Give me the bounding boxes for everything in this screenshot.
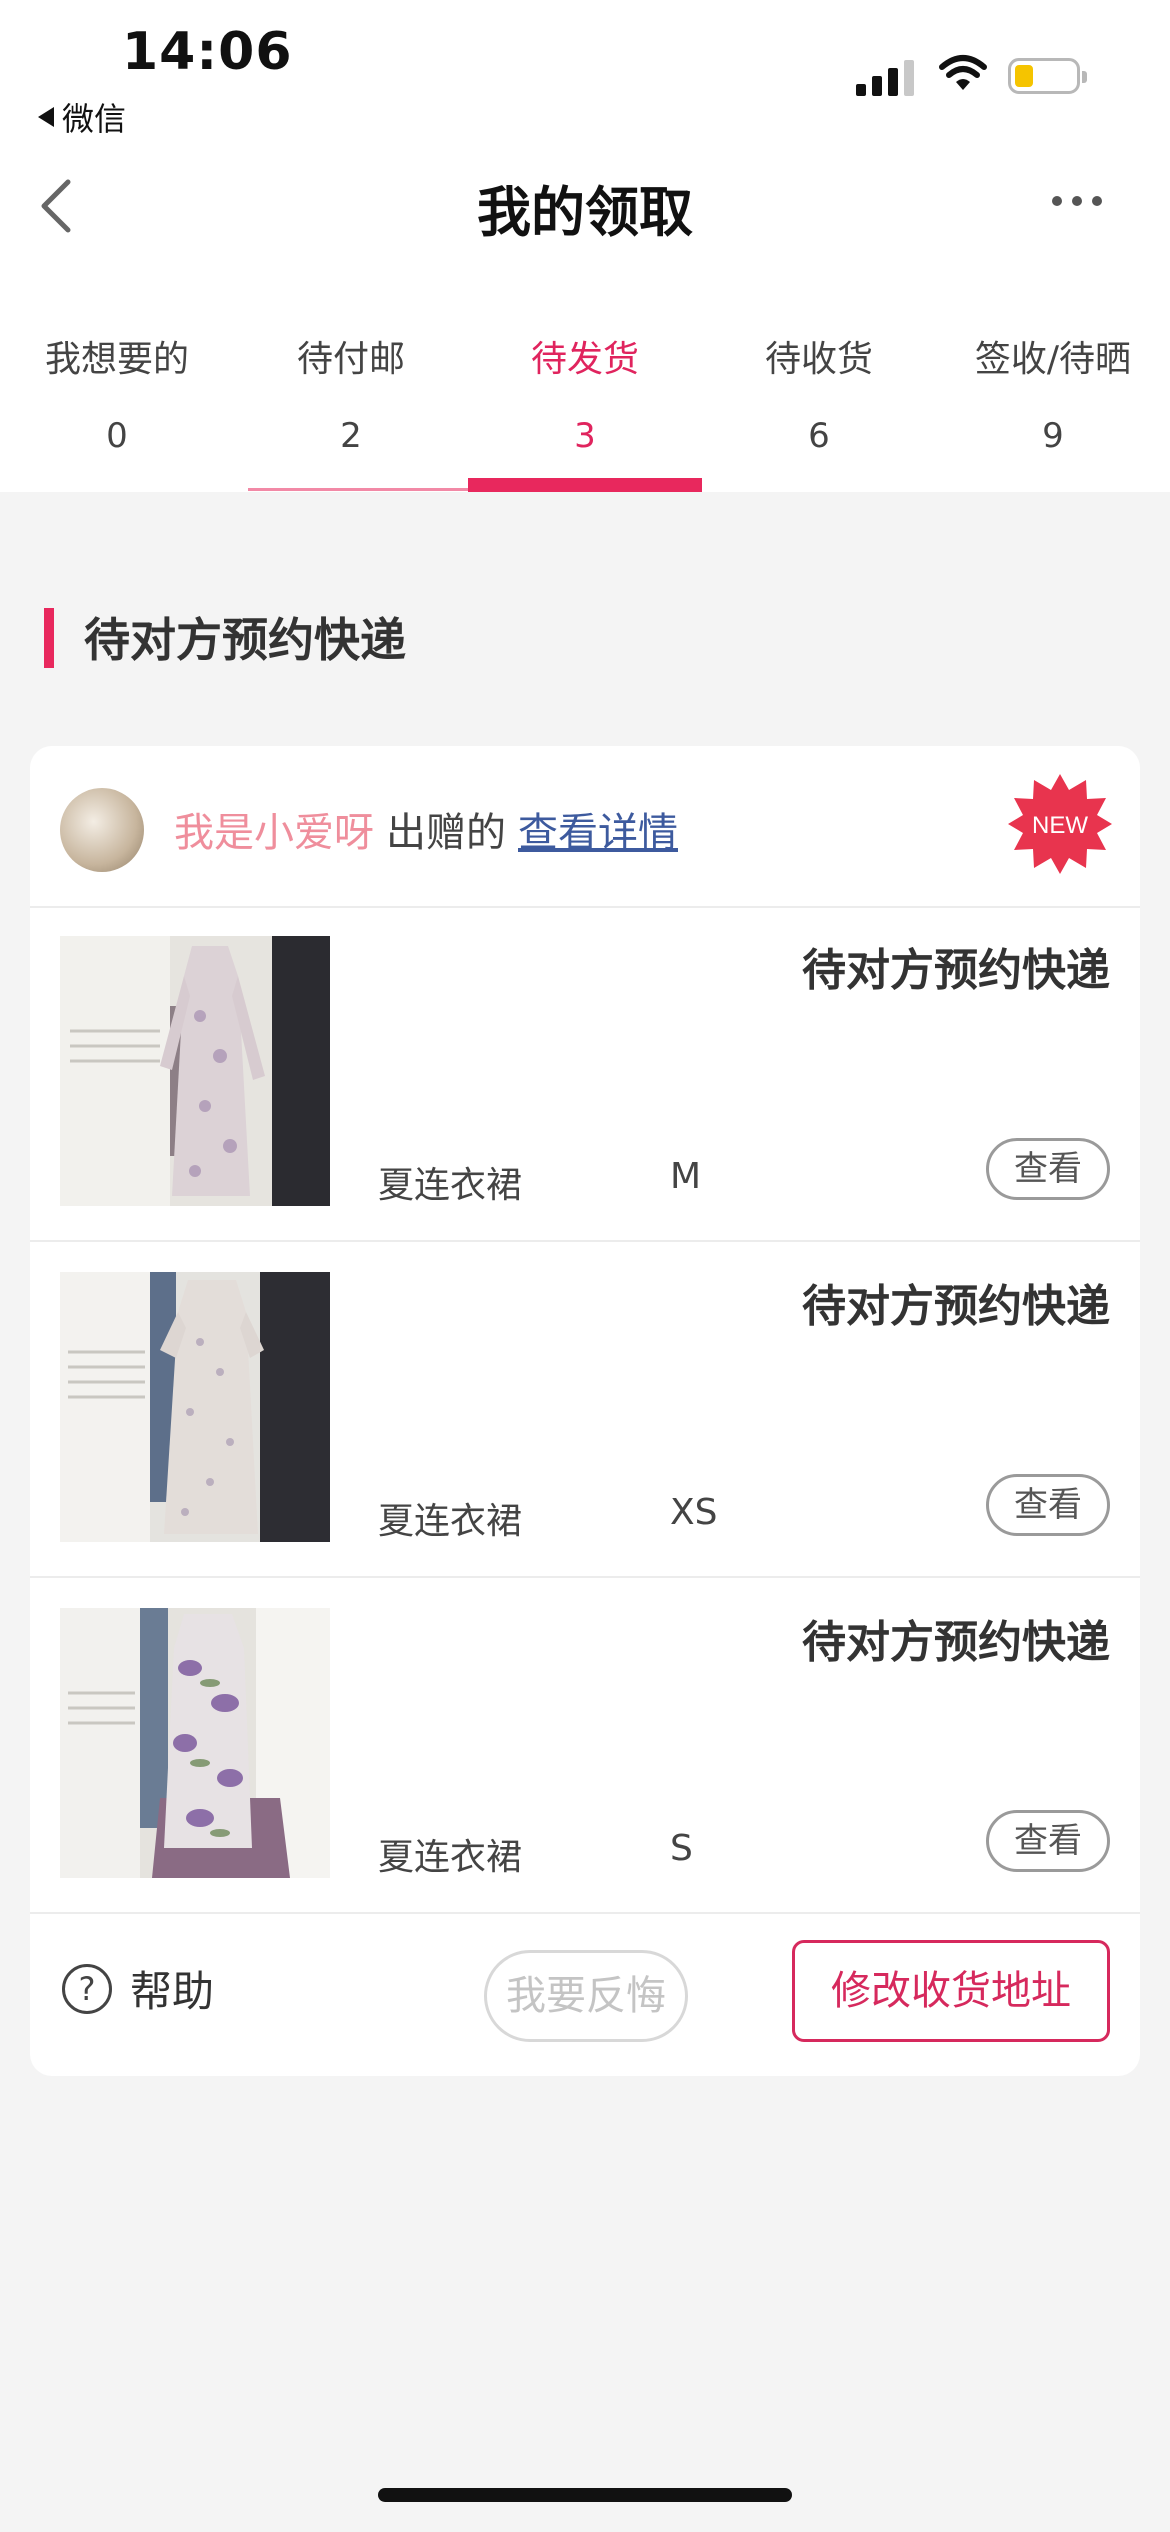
wifi-icon — [939, 55, 987, 90]
back-triangle-icon — [38, 107, 54, 127]
giver-line: 我是小爱呀 出赠的 查看详情 — [174, 800, 678, 858]
gift-card: 我是小爱呀 出赠的 查看详情 NEW 待对方预约快递 夏连衣裙 M 查看 待对方… — [30, 746, 1140, 2076]
dress-photo-3 — [60, 1608, 330, 1878]
item-photo[interactable] — [60, 1272, 330, 1542]
badge-text: NEW — [1032, 812, 1088, 839]
giver-name[interactable]: 我是小爱呀 — [174, 810, 374, 856]
view-details-link[interactable]: 查看详情 — [518, 810, 678, 856]
view-button[interactable]: 查看 — [986, 1474, 1110, 1536]
tab-count: 6 — [808, 416, 830, 456]
item-photo[interactable] — [60, 936, 330, 1206]
tab-count: 0 — [106, 416, 128, 456]
item-size: XS — [670, 1492, 718, 1533]
back-app-label: 微信 — [62, 100, 127, 138]
dress-photo-1 — [60, 936, 330, 1206]
item-status: 待对方预约快递 — [802, 1281, 1110, 1332]
item-status: 待对方预约快递 — [802, 1617, 1110, 1668]
question-circle-icon: ? — [62, 1963, 112, 2014]
item-size: S — [670, 1828, 693, 1869]
regret-button[interactable]: 我要反悔 — [484, 1950, 688, 2042]
status-tabs: 我想要的 0 待付邮 2 待发货 3 待收货 6 签收/待晒 9 — [0, 320, 1170, 492]
change-address-button[interactable]: 修改收货地址 — [792, 1940, 1110, 2042]
tab-label: 待发货 — [530, 339, 639, 380]
status-time: 14:06 — [122, 22, 293, 82]
more-options-icon[interactable] — [1052, 196, 1102, 206]
page-title: 我的领取 — [477, 181, 693, 244]
item-photo[interactable] — [60, 1608, 330, 1878]
list-item[interactable]: 待对方预约快递 夏连衣裙 S 查看 — [30, 1578, 1140, 1914]
header-area: 14:06 微信 我的领取 我想要的 0 待付邮 2 待发货 3 待收货 6 签… — [0, 0, 1170, 492]
list-item[interactable]: 待对方预约快递 夏连衣裙 XS 查看 — [30, 1242, 1140, 1578]
cellular-signal-icon — [856, 60, 914, 96]
tab-signed-share[interactable]: 签收/待晒 9 — [936, 320, 1170, 492]
dress-photo-2 — [60, 1272, 330, 1542]
tab-count: 2 — [340, 416, 362, 456]
help-button[interactable]: ? 帮助 — [62, 1958, 214, 2019]
tab-label: 我想要的 — [44, 339, 189, 380]
battery-icon — [1008, 58, 1087, 94]
giver-row: 我是小爱呀 出赠的 查看详情 NEW — [30, 746, 1140, 908]
view-button[interactable]: 查看 — [986, 1810, 1110, 1872]
tab-pending-shipment[interactable]: 待发货 3 — [468, 320, 702, 492]
view-button[interactable]: 查看 — [986, 1138, 1110, 1200]
avatar[interactable] — [60, 788, 144, 872]
giver-verb: 出赠的 — [386, 810, 506, 856]
item-name: 夏连衣裙 — [378, 1165, 523, 1206]
tab-pending-receipt[interactable]: 待收货 6 — [702, 320, 936, 492]
new-starburst-icon: NEW — [1008, 774, 1112, 874]
tab-label: 待收货 — [764, 339, 873, 380]
tab-label: 待付邮 — [296, 339, 405, 380]
tab-count: 9 — [1042, 416, 1064, 456]
help-label: 帮助 — [130, 1967, 215, 2016]
list-item[interactable]: 待对方预约快递 夏连衣裙 M 查看 — [30, 906, 1140, 1242]
section-accent-bar — [44, 608, 54, 668]
item-name: 夏连衣裙 — [378, 1501, 523, 1542]
section-title: 待对方预约快递 — [84, 613, 406, 667]
back-to-app[interactable]: 微信 — [38, 94, 126, 140]
item-status: 待对方预约快递 — [802, 945, 1110, 996]
tab-count: 3 — [574, 416, 596, 456]
tab-want[interactable]: 我想要的 0 — [0, 320, 234, 492]
tab-label: 签收/待晒 — [974, 339, 1132, 380]
card-footer: ? 帮助 我要反悔 修改收货地址 — [30, 1912, 1140, 2076]
new-badge: NEW — [1008, 772, 1112, 876]
tab-pending-postage[interactable]: 待付邮 2 — [234, 320, 468, 492]
item-size: M — [670, 1156, 702, 1197]
tab-underline-faint — [248, 488, 472, 491]
home-indicator[interactable] — [378, 2488, 792, 2502]
item-name: 夏连衣裙 — [378, 1837, 523, 1878]
